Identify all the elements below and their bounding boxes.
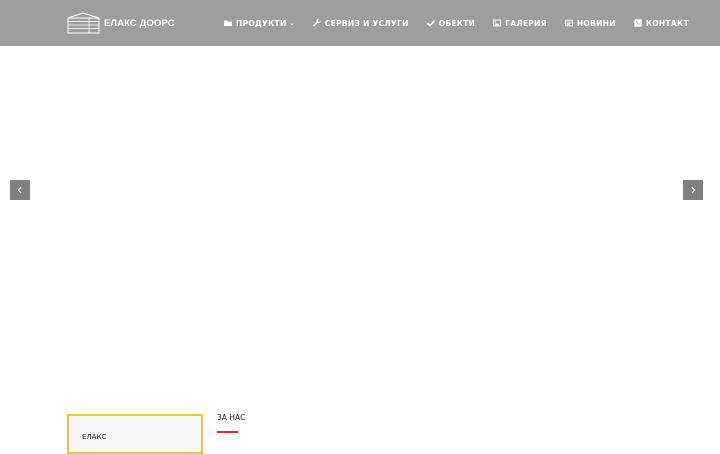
nav-item-service[interactable]: СЕРВИЗ И УСЛУГИ bbox=[313, 19, 409, 28]
nav-item-label: СЕРВИЗ И УСЛУГИ bbox=[324, 18, 409, 28]
newspaper-icon bbox=[564, 19, 573, 27]
nav-item-news[interactable]: НОВИНИ bbox=[564, 18, 616, 28]
image-icon bbox=[493, 19, 502, 27]
title-underline bbox=[217, 431, 238, 433]
nav-item-label: ОБЕКТИ bbox=[438, 18, 476, 28]
slider-prev-button[interactable] bbox=[10, 180, 30, 200]
garage-door-icon bbox=[67, 12, 100, 34]
chevron-left-icon bbox=[17, 186, 22, 194]
chevron-down-icon: ⌄ bbox=[289, 19, 295, 27]
nav-item-contact[interactable]: КОНТАКТ bbox=[634, 19, 689, 28]
slider-next-button[interactable] bbox=[683, 180, 703, 200]
folder-icon bbox=[224, 19, 232, 27]
hero-slider bbox=[0, 46, 720, 392]
nav-item-label: НОВИНИ bbox=[576, 18, 616, 28]
nav-item-gallery[interactable]: ГАЛЕРИЯ bbox=[493, 19, 547, 28]
nav-item-label: ПРОДУКТИ bbox=[236, 18, 287, 28]
nav-item-label: КОНТАКТ bbox=[645, 18, 689, 28]
wrench-icon bbox=[313, 19, 321, 27]
nav-item-label: ГАЛЕРИЯ bbox=[505, 18, 547, 28]
company-box[interactable]: ЕЛАКС bbox=[67, 414, 203, 454]
nav-item-products[interactable]: ПРОДУКТИ ⌄ bbox=[224, 19, 295, 28]
site-header: ЕЛАКС ДООРС ПРОДУКТИ ⌄ СЕРВИЗ И УСЛУГИ О… bbox=[0, 0, 720, 46]
logo-text: ЕЛАКС ДООРС bbox=[104, 17, 175, 29]
main-nav: ПРОДУКТИ ⌄ СЕРВИЗ И УСЛУГИ ОБЕКТИ ГАЛЕРИ… bbox=[224, 0, 689, 46]
nav-item-objects[interactable]: ОБЕКТИ bbox=[426, 18, 476, 28]
check-icon bbox=[426, 19, 435, 27]
company-box-label: ЕЛАКС bbox=[82, 433, 107, 441]
section-title: ЗА НАС bbox=[217, 413, 246, 422]
phone-square-icon bbox=[634, 19, 642, 27]
logo[interactable]: ЕЛАКС ДООРС bbox=[67, 11, 175, 35]
chevron-right-icon bbox=[691, 186, 696, 194]
